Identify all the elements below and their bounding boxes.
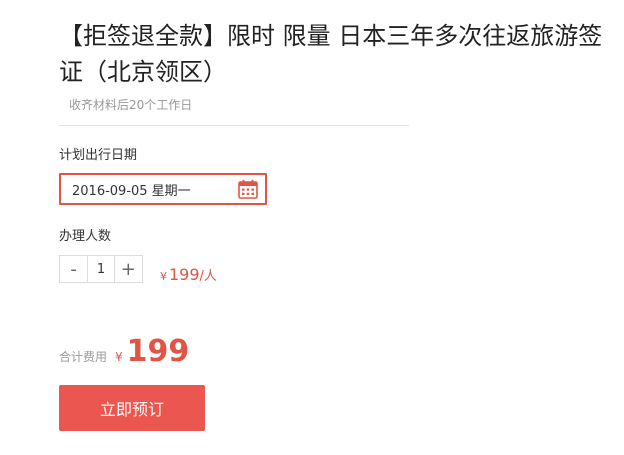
total-amount: 199	[126, 334, 190, 369]
processing-note: 收齐材料后20个工作日	[69, 98, 193, 112]
unit-price-per: /人	[199, 269, 217, 284]
total-label: 合计费用	[59, 350, 108, 364]
travel-date-label: 计划出行日期	[59, 148, 138, 163]
increment-button[interactable]: +	[115, 256, 142, 282]
book-now-button[interactable]: 立即预订	[59, 385, 205, 431]
quantity-stepper: - 1 +	[59, 255, 143, 283]
total-currency: ¥	[115, 350, 123, 364]
unit-price: ¥199/人	[160, 265, 217, 284]
unit-price-amount: 199	[169, 265, 200, 284]
total-price: 合计费用 ¥ 199	[59, 334, 189, 370]
travel-date-value: 2016-09-05 星期一	[72, 183, 191, 199]
unit-price-currency: ¥	[160, 270, 167, 283]
decrement-button[interactable]: -	[60, 256, 87, 282]
applicants-label: 办理人数	[59, 229, 112, 244]
calendar-icon[interactable]	[237, 178, 259, 200]
travel-date-picker[interactable]: 2016-09-05 星期一	[59, 173, 267, 205]
quantity-input[interactable]: 1	[87, 256, 115, 282]
divider	[59, 125, 409, 126]
product-title: 【拒签退全款】限时 限量 日本三年多次往返旅游签证（北京领区）	[59, 22, 603, 86]
